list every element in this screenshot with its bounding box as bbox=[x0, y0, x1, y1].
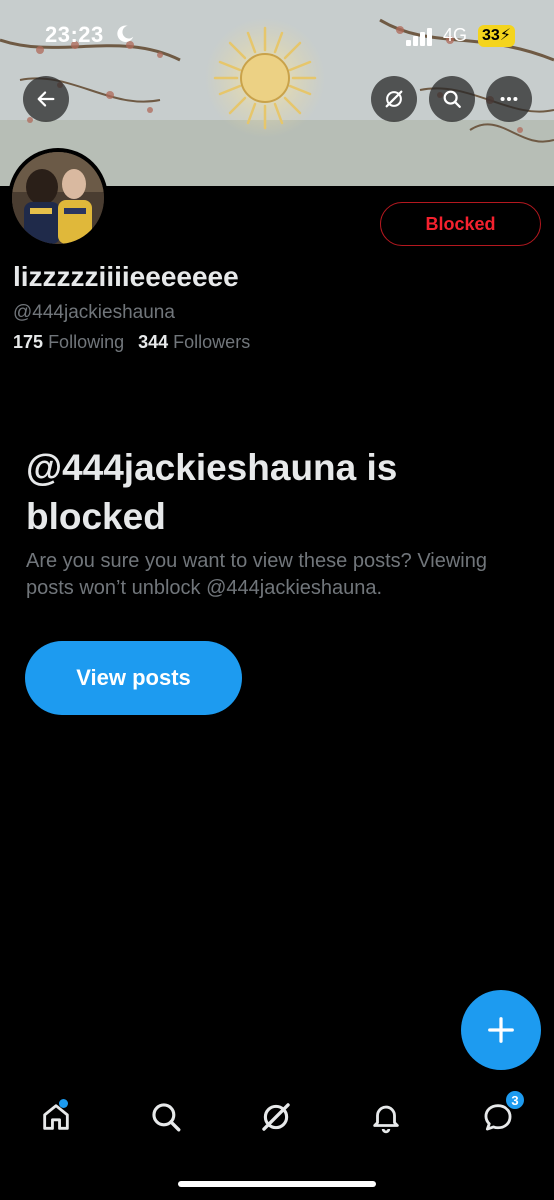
followers-count: 344 bbox=[138, 332, 169, 352]
following-label: Following bbox=[48, 332, 125, 352]
grok-button[interactable] bbox=[371, 76, 417, 122]
messages-badge: 3 bbox=[504, 1089, 526, 1111]
following-count: 175 bbox=[13, 332, 44, 352]
blocked-notice-description: Are you sure you want to view these post… bbox=[26, 550, 487, 599]
compose-post-button[interactable] bbox=[461, 990, 541, 1070]
battery-level: 33 bbox=[482, 27, 500, 44]
more-icon bbox=[500, 96, 518, 102]
nav-grok[interactable] bbox=[256, 1097, 296, 1137]
follow-stats: 175 Following 344 Followers bbox=[13, 332, 250, 353]
search-button[interactable] bbox=[429, 76, 475, 122]
home-indicator bbox=[178, 1181, 376, 1187]
avatar-photo bbox=[12, 152, 104, 244]
more-options-button[interactable] bbox=[486, 76, 532, 122]
status-time: 23:23 bbox=[45, 22, 104, 47]
network-type: 4G bbox=[443, 25, 468, 45]
followers-label: Followers bbox=[173, 332, 251, 352]
battery-indicator: 33⚡ bbox=[478, 25, 516, 47]
moon-icon bbox=[117, 25, 134, 42]
search-icon bbox=[443, 90, 461, 108]
back-button[interactable] bbox=[23, 76, 69, 122]
plus-icon bbox=[488, 1017, 514, 1043]
nav-home[interactable] bbox=[36, 1097, 76, 1137]
signal-strength-icon bbox=[406, 28, 432, 46]
display-name: lizzzzziiiieeeeeee bbox=[13, 261, 239, 292]
home-notification-dot bbox=[59, 1099, 68, 1108]
avatar-image bbox=[12, 152, 104, 244]
grok-icon bbox=[262, 1103, 290, 1131]
blocked-button[interactable]: Blocked bbox=[380, 202, 541, 246]
charging-icon: ⚡ bbox=[499, 27, 512, 44]
followers-link[interactable]: 344 Followers bbox=[138, 332, 250, 352]
status-bar: 23:23 4G 33⚡ bbox=[0, 0, 554, 70]
user-handle: @444jackieshauna bbox=[13, 302, 175, 323]
grok-icon bbox=[385, 90, 403, 108]
nav-notifications[interactable] bbox=[366, 1097, 406, 1137]
nav-search[interactable] bbox=[146, 1097, 186, 1137]
blocked-notice-title: @444jackieshauna is blocked bbox=[26, 447, 398, 537]
bottom-navigation: 3 bbox=[0, 1085, 554, 1155]
following-link[interactable]: 175 Following bbox=[13, 332, 124, 352]
nav-messages[interactable]: 3 bbox=[478, 1089, 526, 1137]
home-icon bbox=[43, 1104, 69, 1130]
view-posts-button[interactable]: View posts bbox=[25, 641, 242, 715]
back-arrow-icon bbox=[37, 91, 55, 107]
profile-avatar[interactable] bbox=[8, 148, 108, 248]
search-icon bbox=[152, 1103, 181, 1132]
notifications-bell-icon bbox=[373, 1105, 399, 1134]
